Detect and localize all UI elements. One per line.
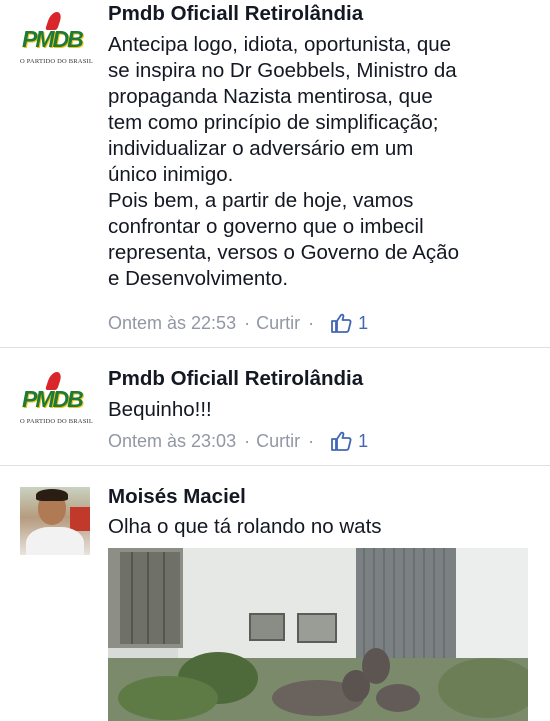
like-button[interactable]: Curtir <box>256 431 300 452</box>
logo-text: PMDB <box>22 26 84 52</box>
comment-author[interactable]: Pmdb Oficiall Retirolândia <box>108 2 363 26</box>
pmdb-logo: PMDB O PARTIDO DO BRASIL <box>20 368 94 436</box>
avatar[interactable]: PMDB O PARTIDO DO BRASIL <box>20 8 94 76</box>
comment-author[interactable]: Pmdb Oficiall Retirolândia <box>108 367 363 391</box>
attached-photo[interactable] <box>108 548 528 721</box>
thumbs-up-icon[interactable] <box>330 313 352 333</box>
comment-text: Bequinho!!! <box>108 398 212 421</box>
separator: · <box>244 430 251 451</box>
separator: · <box>244 312 251 333</box>
comment-meta: Ontem às 22:53 · Curtir · 1 <box>108 310 368 336</box>
logo-text: PMDB <box>22 386 84 412</box>
separator: · <box>308 312 315 333</box>
logo-tagline: O PARTIDO DO BRASIL <box>20 58 94 65</box>
like-count: 1 <box>358 312 369 333</box>
avatar[interactable]: PMDB O PARTIDO DO BRASIL <box>20 368 94 436</box>
thumbs-up-icon[interactable] <box>330 431 352 451</box>
avatar-detail <box>36 489 68 501</box>
comment-meta: Ontem às 23:03 · Curtir · 1 <box>108 428 368 454</box>
divider <box>0 465 550 466</box>
like-count: 1 <box>358 430 369 451</box>
pmdb-logo: PMDB O PARTIDO DO BRASIL <box>20 8 94 76</box>
comment-text: Antecipa logo, idiota, oportunista, que … <box>108 33 459 290</box>
like-button[interactable]: Curtir <box>256 313 300 334</box>
photo-image <box>108 548 528 721</box>
comment-time[interactable]: Ontem às 23:03 <box>108 431 236 452</box>
comment-time[interactable]: Ontem às 22:53 <box>108 313 236 334</box>
comment-author[interactable]: Moisés Maciel <box>108 485 246 509</box>
comment-text: Olha o que tá rolando no wats <box>108 515 382 538</box>
separator: · <box>308 430 315 451</box>
logo-tagline: O PARTIDO DO BRASIL <box>20 418 94 425</box>
divider <box>0 347 550 348</box>
avatar[interactable] <box>20 487 90 555</box>
avatar-detail <box>26 527 84 555</box>
avatar-detail <box>70 507 90 531</box>
